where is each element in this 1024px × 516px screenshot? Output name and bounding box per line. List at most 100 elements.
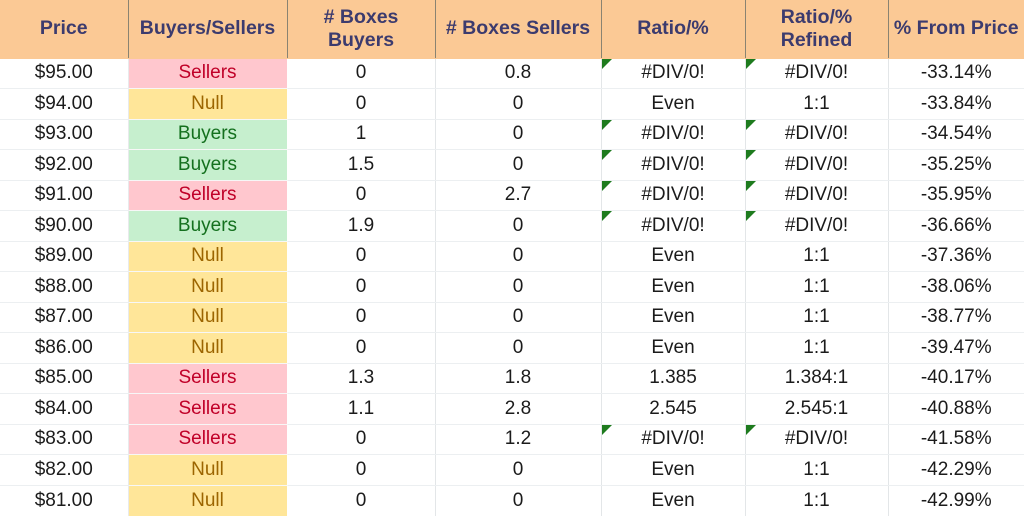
cell-ratio-pct[interactable]: Even — [601, 88, 746, 120]
table-row[interactable]: $82.00 Null 0 0 Even 1:1 -42.29% — [0, 454, 1024, 486]
cell-boxes-buyers[interactable]: 0 — [287, 88, 436, 120]
cell-ratio-pct[interactable]: #DIV/0! — [601, 210, 746, 242]
cell-boxes-buyers[interactable]: 0 — [287, 485, 436, 516]
cell-pct-from-price[interactable]: -39.47% — [888, 332, 1024, 364]
cell-buyers-sellers[interactable]: Buyers — [128, 149, 287, 180]
cell-ratio-pct[interactable]: Even — [601, 454, 746, 486]
cell-ratio-refined[interactable]: 1:1 — [745, 302, 889, 333]
cell-price[interactable]: $84.00 — [0, 393, 129, 425]
cell-buyers-sellers[interactable]: Sellers — [128, 393, 287, 424]
cell-ratio-refined[interactable]: 1:1 — [745, 332, 889, 364]
table-row[interactable]: $84.00 Sellers 1.1 2.8 2.545 2.545:1 -40.88% — [0, 393, 1024, 425]
cell-ratio-pct[interactable]: 1.385 — [601, 363, 746, 394]
cell-boxes-buyers[interactable]: 0 — [287, 424, 436, 455]
cell-price[interactable]: $87.00 — [0, 302, 129, 333]
cell-price[interactable]: $83.00 — [0, 424, 129, 455]
table-row[interactable]: $85.00 Sellers 1.3 1.8 1.385 1.384:1 -40.17% — [0, 363, 1024, 394]
cell-ratio-pct[interactable]: Even — [601, 271, 746, 303]
cell-boxes-sellers[interactable]: 1.8 — [435, 363, 602, 394]
cell-boxes-buyers[interactable]: 0 — [287, 241, 436, 272]
cell-pct-from-price[interactable]: -37.36% — [888, 241, 1024, 272]
cell-ratio-refined[interactable]: 1:1 — [745, 271, 889, 303]
cell-buyers-sellers[interactable]: Sellers — [128, 58, 287, 89]
cell-pct-from-price[interactable]: -38.06% — [888, 271, 1024, 303]
cell-buyers-sellers[interactable]: Null — [128, 332, 287, 363]
cell-boxes-buyers[interactable]: 1.5 — [287, 149, 436, 181]
column-header-ratio-refined[interactable]: Ratio/% Refined — [745, 0, 889, 59]
cell-boxes-sellers[interactable]: 0 — [435, 241, 602, 272]
cell-buyers-sellers[interactable]: Buyers — [128, 119, 287, 150]
cell-pct-from-price[interactable]: -33.14% — [888, 58, 1024, 89]
cell-boxes-sellers[interactable]: 2.7 — [435, 180, 602, 211]
cell-ratio-refined[interactable]: 2.545:1 — [745, 393, 889, 425]
cell-boxes-sellers[interactable]: 0 — [435, 454, 602, 486]
cell-boxes-buyers[interactable]: 1.3 — [287, 363, 436, 394]
table-row[interactable]: $94.00 Null 0 0 Even 1:1 -33.84% — [0, 88, 1024, 120]
cell-boxes-sellers[interactable]: 0 — [435, 149, 602, 181]
cell-boxes-buyers[interactable]: 1 — [287, 119, 436, 150]
column-header-boxes-buyers[interactable]: # Boxes Buyers — [287, 0, 436, 59]
cell-boxes-buyers[interactable]: 0 — [287, 302, 436, 333]
cell-buyers-sellers[interactable]: Null — [128, 485, 287, 516]
cell-pct-from-price[interactable]: -40.88% — [888, 393, 1024, 425]
cell-buyers-sellers[interactable]: Null — [128, 454, 287, 485]
column-header-boxes-sellers[interactable]: # Boxes Sellers — [435, 0, 602, 59]
cell-boxes-buyers[interactable]: 1.1 — [287, 393, 436, 425]
cell-ratio-refined[interactable]: #DIV/0! — [745, 424, 889, 455]
cell-ratio-refined[interactable]: #DIV/0! — [745, 210, 889, 242]
cell-boxes-buyers[interactable]: 0 — [287, 271, 436, 303]
cell-boxes-buyers[interactable]: 0 — [287, 180, 436, 211]
table-row[interactable]: $91.00 Sellers 0 2.7 #DIV/0! #DIV/0! -35.95% — [0, 180, 1024, 211]
cell-boxes-buyers[interactable]: 0 — [287, 58, 436, 89]
cell-ratio-refined[interactable]: #DIV/0! — [745, 58, 889, 89]
cell-boxes-buyers[interactable]: 1.9 — [287, 210, 436, 242]
cell-boxes-sellers[interactable]: 0 — [435, 332, 602, 364]
cell-ratio-pct[interactable]: #DIV/0! — [601, 424, 746, 455]
table-row[interactable]: $90.00 Buyers 1.9 0 #DIV/0! #DIV/0! -36.66% — [0, 210, 1024, 242]
column-header-ratio-pct[interactable]: Ratio/% — [601, 0, 746, 59]
cell-price[interactable]: $91.00 — [0, 180, 129, 211]
table-row[interactable]: $95.00 Sellers 0 0.8 #DIV/0! #DIV/0! -33.14% — [0, 58, 1024, 89]
cell-pct-from-price[interactable]: -42.29% — [888, 454, 1024, 486]
cell-pct-from-price[interactable]: -35.25% — [888, 149, 1024, 181]
cell-pct-from-price[interactable]: -41.58% — [888, 424, 1024, 455]
cell-ratio-refined[interactable]: 1.384:1 — [745, 363, 889, 394]
cell-pct-from-price[interactable]: -34.54% — [888, 119, 1024, 150]
cell-boxes-sellers[interactable]: 0 — [435, 88, 602, 120]
cell-ratio-pct[interactable]: #DIV/0! — [601, 119, 746, 150]
column-header-price[interactable]: Price — [0, 0, 129, 59]
cell-pct-from-price[interactable]: -38.77% — [888, 302, 1024, 333]
cell-buyers-sellers[interactable]: Null — [128, 302, 287, 333]
cell-price[interactable]: $94.00 — [0, 88, 129, 120]
cell-pct-from-price[interactable]: -36.66% — [888, 210, 1024, 242]
cell-pct-from-price[interactable]: -40.17% — [888, 363, 1024, 394]
cell-buyers-sellers[interactable]: Null — [128, 88, 287, 119]
cell-pct-from-price[interactable]: -35.95% — [888, 180, 1024, 211]
cell-price[interactable]: $95.00 — [0, 58, 129, 89]
cell-price[interactable]: $93.00 — [0, 119, 129, 150]
cell-boxes-sellers[interactable]: 1.2 — [435, 424, 602, 455]
cell-ratio-pct[interactable]: Even — [601, 241, 746, 272]
table-row[interactable]: $81.00 Null 0 0 Even 1:1 -42.99% — [0, 485, 1024, 516]
cell-price[interactable]: $81.00 — [0, 485, 129, 516]
column-header-buyers-sellers[interactable]: Buyers/Sellers — [128, 0, 288, 59]
cell-price[interactable]: $90.00 — [0, 210, 129, 242]
cell-ratio-refined[interactable]: 1:1 — [745, 485, 889, 516]
cell-price[interactable]: $85.00 — [0, 363, 129, 394]
cell-boxes-sellers[interactable]: 0 — [435, 119, 602, 150]
cell-pct-from-price[interactable]: -42.99% — [888, 485, 1024, 516]
cell-boxes-sellers[interactable]: 0 — [435, 302, 602, 333]
cell-ratio-pct[interactable]: Even — [601, 302, 746, 333]
cell-buyers-sellers[interactable]: Null — [128, 241, 287, 272]
cell-boxes-sellers[interactable]: 0 — [435, 485, 602, 516]
cell-ratio-pct[interactable]: Even — [601, 332, 746, 364]
cell-buyers-sellers[interactable]: Buyers — [128, 210, 287, 241]
cell-ratio-refined[interactable]: #DIV/0! — [745, 119, 889, 150]
cell-ratio-pct[interactable]: 2.545 — [601, 393, 746, 425]
cell-ratio-refined[interactable]: #DIV/0! — [745, 180, 889, 211]
cell-boxes-sellers[interactable]: 2.8 — [435, 393, 602, 425]
table-row[interactable]: $86.00 Null 0 0 Even 1:1 -39.47% — [0, 332, 1024, 364]
column-header-pct-from-price[interactable]: % From Price — [888, 0, 1024, 59]
cell-buyers-sellers[interactable]: Sellers — [128, 363, 287, 394]
table-row[interactable]: $83.00 Sellers 0 1.2 #DIV/0! #DIV/0! -41.58% — [0, 424, 1024, 455]
